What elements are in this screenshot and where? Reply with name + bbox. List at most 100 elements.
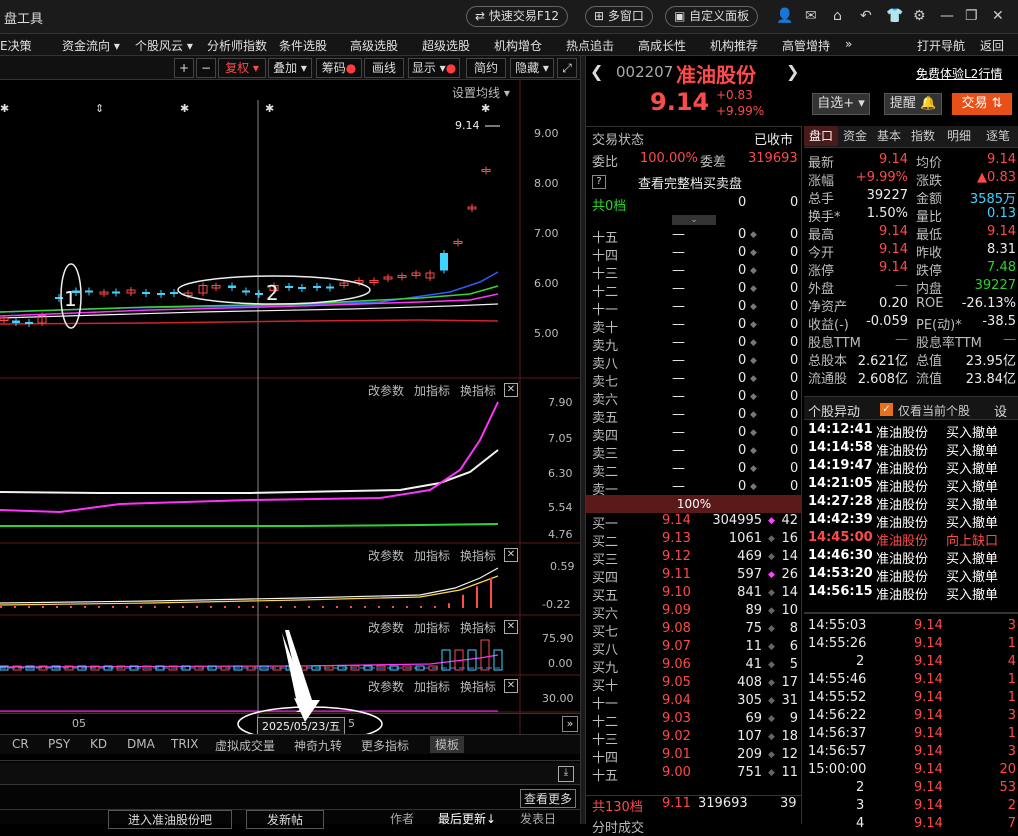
buy-row[interactable]: 买二 9.13 1061 ◆ 16	[586, 531, 802, 550]
anomaly-settings[interactable]: 设	[994, 401, 1007, 420]
collapse-chevron-icon[interactable]: ⌄	[672, 215, 716, 225]
indicator-magic-nine[interactable]: 神奇九转	[294, 737, 342, 754]
buy-row[interactable]: 十三 9.02 107 ◆ 18	[586, 729, 802, 748]
menu-hotspot[interactable]: 热点追击	[566, 37, 614, 54]
sell-row[interactable]: 卖七 —0 ◆ 0	[586, 371, 802, 390]
menu-more[interactable]: »	[845, 37, 852, 51]
enter-forum-button[interactable]: 进入准油股份吧	[108, 810, 232, 829]
sell-row[interactable]: 卖九 —0 ◆ 0	[586, 335, 802, 354]
add-indicator-button[interactable]: 加指标	[414, 619, 450, 636]
alert-button[interactable]: 提醒 🔔	[884, 93, 942, 115]
menu-open-nav[interactable]: 打开导航	[917, 37, 965, 54]
sell-row[interactable]: 卖二 —0 ◆ 0	[586, 461, 802, 480]
mail-icon[interactable]: ✉	[805, 8, 817, 24]
sell-row[interactable]: 十三 —0 ◆ 0	[586, 263, 802, 282]
event-marker[interactable]: ✱	[265, 102, 274, 115]
view-more-button[interactable]: 查看更多	[520, 789, 577, 808]
tab-index[interactable]: 指数	[906, 126, 940, 146]
close-panel-icon[interactable]: ✕	[504, 620, 518, 634]
buy-row[interactable]: 买三 9.12 469 ◆ 14	[586, 549, 802, 568]
indicator-psy[interactable]: PSY	[48, 737, 70, 751]
help-icon[interactable]: ?	[592, 175, 606, 189]
anomaly-item[interactable]: 14:45:00 准油股份 向上缺口	[804, 530, 1018, 549]
sell-row[interactable]: 十四 —0 ◆ 0	[586, 245, 802, 264]
draw-line-button[interactable]: 画线	[364, 58, 404, 78]
minimize-icon[interactable]: —	[940, 8, 954, 24]
sell-row[interactable]: 十一 —0 ◆ 0	[586, 299, 802, 318]
scroll-right-icon[interactable]: »	[562, 716, 578, 732]
tab-basic[interactable]: 基本	[872, 126, 906, 146]
tab-detail[interactable]: 明细	[940, 126, 978, 146]
buy-row[interactable]: 买八 9.07 11 ◆ 6	[586, 639, 802, 658]
custom-panel-button[interactable]: ▣ 自定义面板	[665, 6, 759, 27]
switch-indicator-button[interactable]: 换指标	[460, 382, 496, 399]
add-watchlist-button[interactable]: 自选+ ▾	[812, 93, 870, 115]
next-stock-icon[interactable]: ❯	[786, 62, 799, 81]
menu-advanced-select[interactable]: 高级选股	[350, 37, 398, 54]
buy-row[interactable]: 买四 9.11 597 ◆ 26	[586, 567, 802, 586]
anomaly-item[interactable]: 14:27:28 准油股份 买入撤单	[804, 494, 1018, 513]
sell-row[interactable]: 十二 —0 ◆ 0	[586, 281, 802, 300]
anomaly-item[interactable]: 14:12:41 准油股份 买入撤单	[804, 422, 1018, 441]
publish-date-column[interactable]: 发表日	[520, 810, 556, 827]
close-panel-icon[interactable]: ✕	[504, 679, 518, 693]
menu-decision[interactable]: E决策	[0, 37, 32, 54]
multi-window-button[interactable]: ⊞ 多窗口	[585, 6, 653, 27]
author-column[interactable]: 作者	[390, 810, 414, 827]
hide-button[interactable]: 隐藏 ▾	[510, 58, 554, 78]
add-indicator-button[interactable]: 加指标	[414, 382, 450, 399]
buy-row[interactable]: 买九 9.06 41 ◆ 5	[586, 657, 802, 676]
settings-icon[interactable]: ⚙	[913, 8, 926, 24]
sell-row[interactable]: 卖四 —0 ◆ 0	[586, 425, 802, 444]
menu-super-select[interactable]: 超级选股	[422, 37, 470, 54]
buy-row[interactable]: 十二 9.03 69 ◆ 9	[586, 711, 802, 730]
back-icon[interactable]: ↶	[860, 8, 872, 24]
sell-row[interactable]: 十五 —0 ◆ 0	[586, 227, 802, 246]
menu-institution-add[interactable]: 机构增仓	[494, 37, 542, 54]
indicator-more[interactable]: 更多指标	[361, 737, 409, 754]
indicator-trix[interactable]: TRIX	[171, 737, 198, 751]
last-updated-column[interactable]: 最后更新↓	[438, 810, 496, 827]
indicator-kd[interactable]: KD	[90, 737, 107, 751]
user-icon[interactable]: 👤	[776, 8, 793, 24]
buy-row[interactable]: 十一 9.04 305 ◆ 31	[586, 693, 802, 712]
menu-capital-flow[interactable]: 资金流向 ▾	[62, 37, 120, 54]
close-panel-icon[interactable]: ✕	[504, 548, 518, 562]
event-marker[interactable]: ✱	[180, 102, 189, 115]
zoom-in-button[interactable]: +	[174, 58, 194, 78]
buy-row[interactable]: 买十 9.05 408 ◆ 17	[586, 675, 802, 694]
menu-analyst-index[interactable]: 分析师指数	[207, 37, 267, 54]
menu-back[interactable]: 返回	[980, 37, 1004, 54]
prev-stock-icon[interactable]: ❮	[590, 62, 603, 81]
indicator-dma[interactable]: DMA	[127, 737, 155, 751]
event-marker[interactable]: ✱	[0, 102, 9, 115]
indicator-virtual-volume[interactable]: 虚拟成交量	[215, 737, 275, 754]
simple-button[interactable]: 简约	[466, 58, 506, 78]
menu-stock-news[interactable]: 个股风云 ▾	[135, 37, 193, 54]
skin-icon[interactable]: 👕	[886, 8, 903, 24]
close-icon[interactable]: ✕	[992, 8, 1004, 24]
event-marker[interactable]: ⇕	[95, 102, 104, 115]
indicator-cr[interactable]: CR	[12, 737, 29, 751]
menu-condition-select[interactable]: 条件选股	[279, 37, 327, 54]
tab-tick[interactable]: 逐笔	[978, 126, 1018, 146]
new-post-button[interactable]: 发新帖	[246, 810, 324, 829]
overlay-button[interactable]: 叠加 ▾	[268, 58, 312, 78]
buy-row[interactable]: 买一 9.14 304995 ◆ 42	[586, 513, 802, 532]
anomaly-item[interactable]: 14:42:39 准油股份 买入撤单	[804, 512, 1018, 531]
tab-pankou[interactable]: 盘口	[804, 126, 838, 146]
home-icon[interactable]: ⌂	[833, 8, 842, 24]
sell-row[interactable]: 卖八 —0 ◆ 0	[586, 353, 802, 372]
zoom-out-button[interactable]: −	[196, 58, 216, 78]
chips-button[interactable]: 筹码●	[316, 58, 362, 78]
sell-row[interactable]: 卖六 —0 ◆ 0	[586, 389, 802, 408]
change-params-button[interactable]: 改参数	[368, 382, 404, 399]
menu-exec-increase[interactable]: 高管增持	[782, 37, 830, 54]
buy-row[interactable]: 买五 9.10 841 ◆ 14	[586, 585, 802, 604]
view-full-book[interactable]: 查看完整档买卖盘	[638, 173, 742, 192]
menu-institution-recommend[interactable]: 机构推荐	[710, 37, 758, 54]
add-indicator-button[interactable]: 加指标	[414, 678, 450, 695]
sell-row[interactable]: 卖十 —0 ◆ 0	[586, 317, 802, 336]
sell-row[interactable]: 卖五 —0 ◆ 0	[586, 407, 802, 426]
free-trial-link[interactable]: 免费体验L2行情	[916, 65, 1002, 82]
